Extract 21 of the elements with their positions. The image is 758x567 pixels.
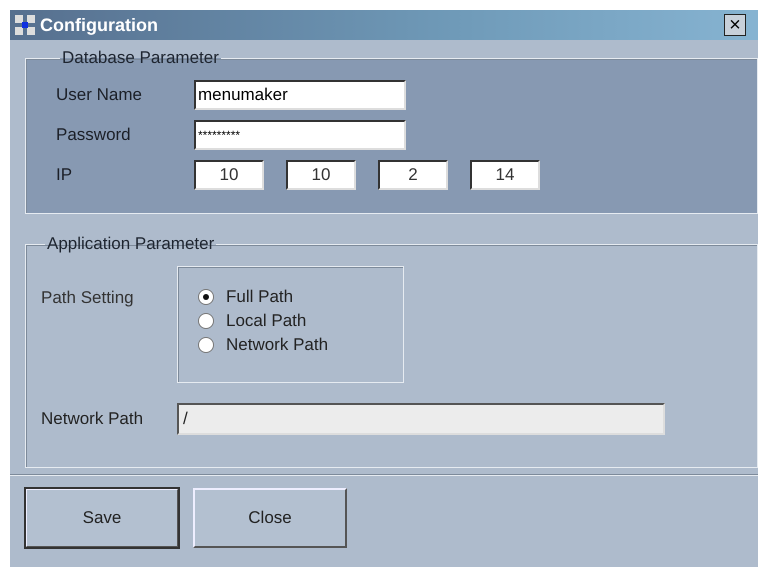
ip-octet-field[interactable]: 10 bbox=[194, 160, 264, 190]
field-label: User Name bbox=[56, 85, 143, 105]
user-name-field[interactable]: menumaker bbox=[194, 80, 406, 110]
radio-option[interactable]: Full Path bbox=[198, 287, 403, 307]
dialog-button[interactable]: Save bbox=[25, 488, 179, 548]
group-title: Database Parameter bbox=[61, 48, 220, 68]
radio-option[interactable]: Network Path bbox=[198, 335, 403, 355]
field-label: Network Path bbox=[41, 409, 144, 429]
field-label: Path Setting bbox=[41, 287, 135, 308]
window-title: Configuration bbox=[40, 14, 159, 36]
ip-octet-field[interactable]: 14 bbox=[470, 160, 540, 190]
password-field[interactable]: ********* bbox=[194, 120, 406, 150]
field-label: Password bbox=[56, 125, 132, 145]
field-label: IP bbox=[56, 165, 74, 185]
close-button[interactable]: × bbox=[724, 14, 746, 36]
app-icon bbox=[14, 14, 36, 36]
radio-option[interactable]: Local Path bbox=[198, 311, 403, 331]
ip-octet-field[interactable]: 10 bbox=[286, 160, 356, 190]
ip-octet-field[interactable]: 2 bbox=[378, 160, 448, 190]
group-title: Application Parameter bbox=[46, 234, 216, 254]
dialog-button[interactable]: Close bbox=[193, 488, 347, 548]
